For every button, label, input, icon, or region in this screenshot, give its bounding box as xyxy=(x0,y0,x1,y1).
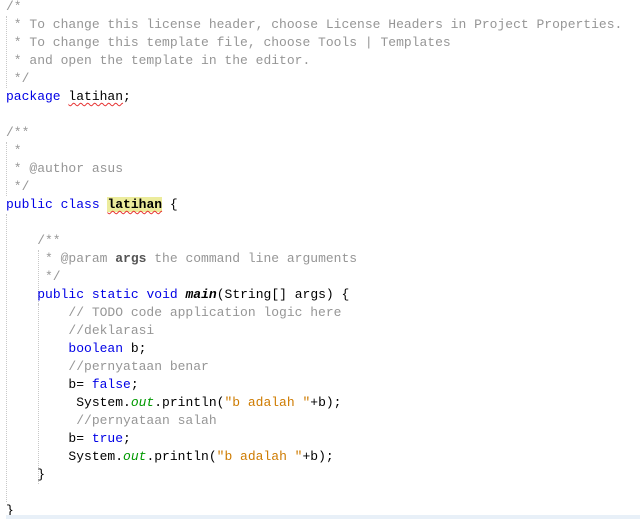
code-line-package: package latihan; xyxy=(6,89,131,104)
code-line-println: System.out.println("b adalah "+b); xyxy=(0,448,640,466)
code-fragment: +b); xyxy=(310,395,342,410)
keyword: boolean xyxy=(68,341,124,356)
keyword: true xyxy=(91,431,124,446)
field-ref: out xyxy=(123,449,147,464)
method-name: main xyxy=(185,287,217,302)
current-line-highlight xyxy=(6,515,640,519)
code-line: * and open the template in the editor. xyxy=(6,53,311,68)
code-line-println: System.out.println("b adalah "+b); xyxy=(0,394,640,412)
method-params: (String[] args) { xyxy=(216,287,350,302)
code-line: * To change this template file, choose T… xyxy=(6,35,451,50)
keyword: static xyxy=(91,287,139,302)
param-name: args xyxy=(115,251,147,266)
code-line: /** xyxy=(6,125,30,140)
code-line: * @author asus xyxy=(6,161,124,176)
field-ref: out xyxy=(130,395,155,410)
param-desc: the command line arguments xyxy=(146,251,358,266)
keyword: public xyxy=(6,197,53,212)
code-line: * xyxy=(6,143,22,158)
code-line: */ xyxy=(6,179,30,194)
code-fragment: +b); xyxy=(302,449,334,464)
code-line-class: public class latihan { xyxy=(6,197,178,212)
code-line-assign-false: b= false; xyxy=(6,377,139,392)
code-line: */ xyxy=(6,269,61,284)
code-line: //pernyataan benar xyxy=(6,359,209,374)
string-literal: "b adalah " xyxy=(224,395,311,410)
keyword: void xyxy=(146,287,178,302)
string-literal: "b adalah " xyxy=(216,449,303,464)
code-line-param: * @param args the command line arguments xyxy=(6,251,358,266)
class-ref: System. xyxy=(76,395,131,410)
code-line: /** xyxy=(6,233,61,248)
code-line: /* xyxy=(6,0,22,14)
keyword: false xyxy=(91,377,131,392)
code-line-boolean: boolean b; xyxy=(68,341,147,356)
keyword: class xyxy=(60,197,100,212)
code-line: * To change this license header, choose … xyxy=(6,17,623,32)
method-call: .println( xyxy=(146,449,217,464)
code-line: //pernyataan salah xyxy=(6,413,217,428)
code-line-main: public static void main(String[] args) { xyxy=(0,286,640,304)
code-line: //deklarasi xyxy=(6,323,155,338)
class-name-highlighted[interactable]: latihan xyxy=(107,197,163,212)
class-ref: System. xyxy=(68,449,124,464)
javadoc-tag: @param xyxy=(60,251,108,266)
code-editor[interactable]: /* * To change this license header, choo… xyxy=(0,0,640,520)
keyword: package xyxy=(6,89,61,104)
code-line: */ xyxy=(6,71,30,86)
package-name: latihan xyxy=(68,89,124,104)
code-line: // TODO code application logic here xyxy=(6,305,342,320)
code-line-assign-true: b= true; xyxy=(6,431,131,446)
method-call: .println( xyxy=(154,395,225,410)
keyword: public xyxy=(37,287,85,302)
code-line: } xyxy=(6,467,46,482)
